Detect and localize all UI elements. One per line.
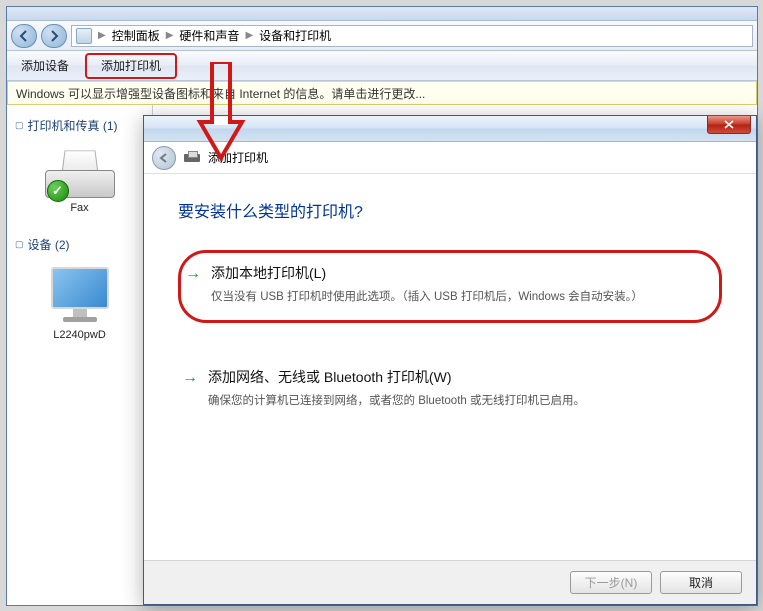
group-title: 设备 (2): [28, 236, 70, 253]
forward-button[interactable]: [41, 24, 67, 48]
option-title: 添加网络、无线或 Bluetooth 打印机(W): [208, 367, 714, 387]
device-label: L2240pwD: [11, 329, 148, 341]
device-label: Fax: [11, 202, 148, 214]
close-button[interactable]: [707, 116, 751, 134]
collapse-icon: ▢: [15, 120, 24, 131]
group-printers-header[interactable]: ▢ 打印机和传真 (1): [7, 113, 152, 138]
dialog-header: 添加打印机: [144, 142, 756, 174]
group-title: 打印机和传真 (1): [28, 117, 118, 134]
next-button[interactable]: 下一步(N): [570, 571, 652, 594]
toolbar: 添加设备 添加打印机: [7, 51, 757, 81]
device-list-pane: ▢ 打印机和传真 (1) ✓ Fax ▢ 设备 (2): [7, 105, 153, 605]
monitor-icon: [48, 267, 112, 325]
arrow-left-icon: [158, 152, 170, 164]
breadcrumb-item[interactable]: 控制面板: [112, 27, 160, 44]
breadcrumb-item[interactable]: 硬件和声音: [179, 27, 239, 44]
computer-icon: [76, 28, 92, 44]
group-devices-header[interactable]: ▢ 设备 (2): [7, 232, 152, 257]
navigation-bar: ▶ 控制面板 ▶ 硬件和声音 ▶ 设备和打印机: [7, 21, 757, 51]
cancel-button[interactable]: 取消: [660, 571, 742, 594]
arrow-right-icon: [48, 30, 60, 42]
back-button[interactable]: [11, 24, 37, 48]
dialog-back-button[interactable]: [152, 146, 176, 170]
option-description: 仅当没有 USB 打印机时使用此选项。（插入 USB 打印机后，Windows …: [211, 289, 703, 306]
default-check-icon: ✓: [47, 180, 69, 202]
dialog-footer: 下一步(N) 取消: [144, 560, 756, 604]
breadcrumb-separator-icon: ▶: [245, 30, 253, 41]
option-local-printer[interactable]: → 添加本地打印机(L) 仅当没有 USB 打印机时使用此选项。（插入 USB …: [178, 250, 722, 323]
breadcrumb-item[interactable]: 设备和打印机: [259, 27, 331, 44]
add-printer-dialog: 添加打印机 要安装什么类型的打印机? → 添加本地打印机(L) 仅当没有 USB…: [143, 115, 757, 605]
infobar-text: Windows 可以显示增强型设备图标和来自 Internet 的信息。请单击进…: [16, 85, 425, 102]
dialog-header-title: 添加打印机: [208, 149, 268, 166]
add-device-button[interactable]: 添加设备: [7, 51, 83, 80]
option-title: 添加本地打印机(L): [211, 263, 703, 283]
breadcrumb[interactable]: ▶ 控制面板 ▶ 硬件和声音 ▶ 设备和打印机: [71, 25, 753, 47]
arrow-bullet-icon: →: [182, 369, 198, 387]
option-description: 确保您的计算机已连接到网络，或者您的 Bluetooth 或无线打印机已启用。: [208, 393, 714, 410]
arrow-left-icon: [18, 30, 30, 42]
dialog-titlebar[interactable]: [144, 116, 756, 142]
add-printer-button[interactable]: 添加打印机: [85, 53, 177, 79]
collapse-icon: ▢: [15, 239, 24, 250]
arrow-bullet-icon: →: [185, 265, 201, 283]
fax-icon: ✓: [45, 148, 115, 198]
breadcrumb-separator-icon: ▶: [166, 30, 174, 41]
close-icon: [724, 120, 734, 129]
window-titlebar[interactable]: [7, 7, 757, 21]
printer-icon: [184, 151, 200, 165]
device-monitor[interactable]: L2240pwD: [11, 267, 148, 341]
option-network-printer[interactable]: → 添加网络、无线或 Bluetooth 打印机(W) 确保您的计算机已连接到网…: [178, 357, 722, 424]
breadcrumb-separator-icon: ▶: [98, 30, 106, 41]
information-bar[interactable]: Windows 可以显示增强型设备图标和来自 Internet 的信息。请单击进…: [7, 81, 757, 105]
device-fax[interactable]: ✓ Fax: [11, 148, 148, 214]
dialog-question: 要安装什么类型的打印机?: [178, 198, 722, 222]
dialog-body: 要安装什么类型的打印机? → 添加本地打印机(L) 仅当没有 USB 打印机时使…: [144, 174, 756, 483]
